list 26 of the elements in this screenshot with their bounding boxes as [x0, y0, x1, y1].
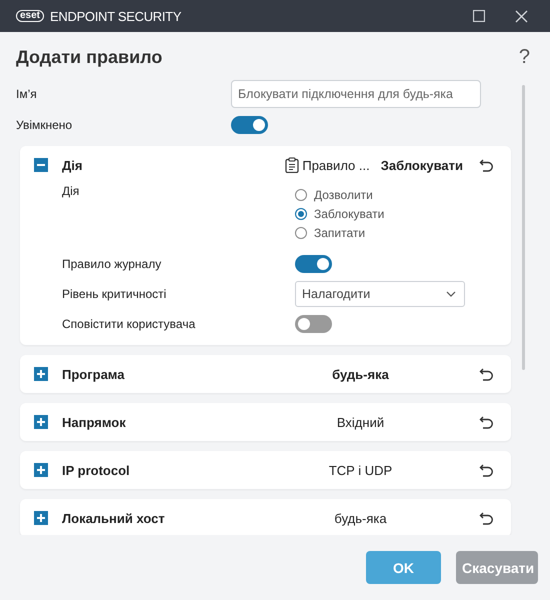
field-label: Сповістити користувача	[62, 317, 196, 331]
section-title: Напрямок	[62, 414, 127, 430]
section-title: Програма	[62, 366, 126, 382]
brand-logo: eset	[16, 10, 44, 22]
dialog-title: Додати правило	[16, 46, 162, 68]
section-title: Локальний хост	[62, 510, 166, 526]
section-value: Вхідний	[336, 414, 384, 430]
field-label: Рівень критичності	[62, 287, 168, 301]
section-value: будь-яка	[334, 510, 387, 526]
field-label: Правило журналу	[62, 257, 162, 271]
section-value: будь-яка	[332, 366, 389, 382]
dropdown[interactable]: Налагодити	[295, 281, 465, 307]
field-label: Ім’я	[16, 86, 38, 100]
radio-label: Дозволити	[314, 188, 373, 202]
name-field[interactable]: Блокувати підключення для будь-яка	[231, 80, 481, 108]
field-label: Дія	[62, 184, 80, 198]
section-title: IP protocol	[62, 462, 131, 478]
section-title: Дія	[62, 158, 84, 172]
radio-label: Заблокувати	[314, 206, 384, 220]
help-icon[interactable]: ?	[518, 46, 530, 68]
product-name: ENDPOINT SECURITY	[50, 8, 182, 24]
field-label: Увімкнено	[16, 118, 74, 132]
radio-label: Запитати	[314, 226, 366, 240]
section-value: TCP і UDP	[328, 462, 392, 478]
rule-note: Правило ...	[302, 158, 370, 172]
section-value: Заблокувати	[380, 158, 463, 172]
